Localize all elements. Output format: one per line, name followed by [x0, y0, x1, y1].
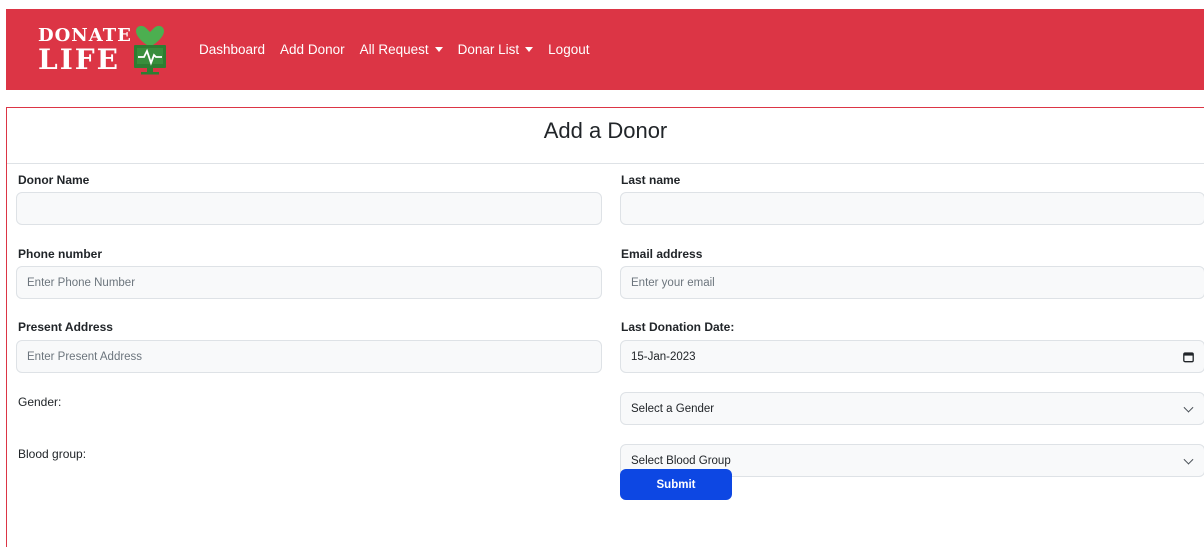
- address-label: Present Address: [18, 320, 113, 334]
- brand-logo[interactable]: DONATE LIFE: [38, 25, 183, 81]
- last-donation-date-input[interactable]: 15-Jan-2023: [620, 340, 1204, 373]
- nav-donar-list-dropdown[interactable]: Donar List: [458, 42, 534, 57]
- nav-dashboard[interactable]: Dashboard: [199, 42, 265, 57]
- submit-button[interactable]: Submit: [620, 469, 732, 500]
- last-name-label: Last name: [621, 173, 681, 187]
- caret-down-icon: [525, 47, 534, 52]
- last-donation-label: Last Donation Date:: [621, 320, 735, 334]
- gender-select[interactable]: Select a Gender: [620, 392, 1204, 425]
- divider: [7, 163, 1204, 164]
- email-label: Email address: [621, 247, 703, 261]
- chevron-down-icon: [1183, 402, 1194, 413]
- nav-add-donor[interactable]: Add Donor: [280, 42, 345, 57]
- last-name-input[interactable]: [620, 192, 1204, 225]
- add-donor-card: Add a Donor Donor Name Last name Phone n…: [6, 107, 1204, 547]
- phone-label: Phone number: [18, 247, 103, 261]
- nav-logout[interactable]: Logout: [548, 42, 589, 57]
- blood-group-label: Blood group:: [18, 447, 87, 461]
- donor-name-input[interactable]: [16, 192, 602, 225]
- navbar: DONATE LIFE Dashboard Add Donor All Requ…: [6, 9, 1204, 90]
- address-input[interactable]: Enter Present Address: [16, 340, 602, 373]
- caret-down-icon: [434, 47, 443, 52]
- gender-label: Gender:: [18, 395, 62, 409]
- email-input[interactable]: Enter your email: [620, 266, 1204, 299]
- nav-all-request-dropdown[interactable]: All Request: [360, 42, 443, 57]
- calendar-icon[interactable]: [1183, 351, 1194, 362]
- nav-links: Dashboard Add Donor All Request Donar Li…: [199, 9, 604, 90]
- page-title: Add a Donor: [543, 118, 668, 143]
- phone-input[interactable]: Enter Phone Number: [16, 266, 602, 299]
- chevron-down-icon: [1183, 454, 1194, 465]
- donor-name-label: Donor Name: [18, 173, 90, 187]
- brand-line-2: LIFE: [38, 43, 121, 76]
- heart-monitor-icon: [134, 25, 166, 75]
